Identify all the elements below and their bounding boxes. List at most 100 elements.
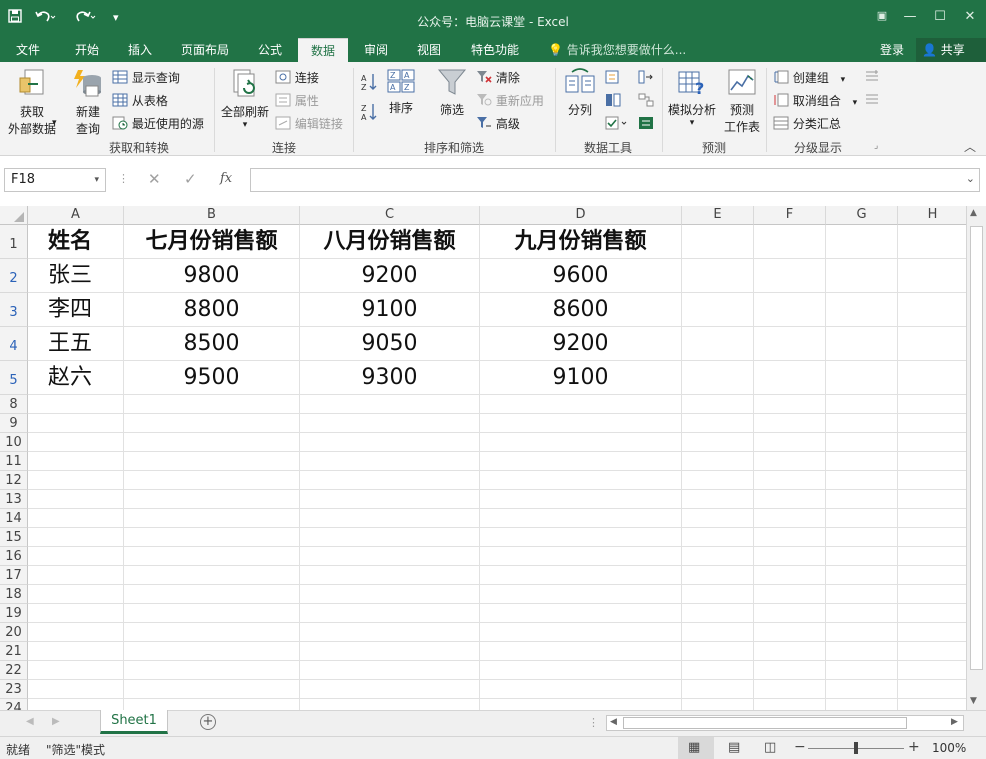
column-header-f[interactable]: F [754,206,826,225]
sales-cell[interactable]: 9100 [300,293,480,327]
column-header-b[interactable]: B [124,206,300,225]
empty-cell[interactable] [28,471,124,490]
sales-cell[interactable]: 9600 [480,259,682,293]
advanced-filter-button[interactable]: 高级 [476,115,520,133]
enter-check-icon[interactable]: ✓ [184,170,197,188]
next-sheet-icon[interactable]: ▶ [52,716,60,727]
column-header-g[interactable]: G [826,206,898,225]
empty-cell[interactable] [826,604,898,623]
empty-cell[interactable] [300,471,480,490]
minimize-icon[interactable]: — [900,9,920,24]
row-header[interactable]: 3 [0,293,28,327]
empty-cell[interactable] [826,699,898,710]
empty-cell[interactable] [124,699,300,710]
sort-az-icon[interactable]: AZ [360,72,378,95]
worksheet-grid[interactable]: ABCDEFGH 1 姓名 七月份销售额 八月份销售额 九月份销售额 2 张三 9800 920… [0,206,966,710]
empty-cell[interactable] [300,604,480,623]
empty-cell[interactable] [754,680,826,699]
empty-cell[interactable] [124,642,300,661]
from-table-button[interactable]: 从表格 [112,92,168,110]
row-header[interactable]: 24 [0,699,28,710]
empty-cell[interactable] [682,433,754,452]
insert-function-icon[interactable]: fx [220,171,232,186]
empty-cell[interactable] [754,509,826,528]
row-header[interactable]: 2 [0,259,28,293]
edit-links-button[interactable]: 编辑链接 [275,115,343,133]
empty-cell[interactable] [754,259,826,293]
row-header[interactable]: 11 [0,452,28,471]
empty-cell[interactable] [754,585,826,604]
table-header-cell[interactable]: 七月份销售额 [124,225,300,259]
empty-cell[interactable] [754,471,826,490]
sales-cell[interactable]: 9050 [300,327,480,361]
empty-cell[interactable] [124,585,300,604]
tab-formulas[interactable]: 公式 [244,38,296,62]
empty-cell[interactable] [898,699,966,710]
empty-cell[interactable] [480,509,682,528]
empty-cell[interactable] [480,680,682,699]
row-header[interactable]: 9 [0,414,28,433]
empty-cell[interactable] [898,585,966,604]
empty-cell[interactable] [754,327,826,361]
empty-cell[interactable] [480,433,682,452]
empty-cell[interactable] [124,452,300,471]
formula-input[interactable]: ⌄ [250,168,980,192]
empty-cell[interactable] [28,661,124,680]
group-button[interactable]: 创建组 ▾ [773,69,845,87]
vertical-scroll-thumb[interactable] [970,226,983,670]
row-header[interactable]: 19 [0,604,28,623]
zoom-slider-thumb[interactable] [854,742,858,754]
show-queries-button[interactable]: 显示查询 [112,69,180,87]
empty-cell[interactable] [480,642,682,661]
empty-cell[interactable] [898,566,966,585]
row-header[interactable]: 21 [0,642,28,661]
properties-button[interactable]: 属性 [275,92,319,110]
empty-cell[interactable] [898,490,966,509]
tab-home[interactable]: 开始 [60,38,114,62]
empty-cell[interactable] [480,490,682,509]
empty-cell[interactable] [28,414,124,433]
empty-cell[interactable] [124,661,300,680]
empty-cell[interactable] [124,395,300,414]
empty-cell[interactable] [826,547,898,566]
sort-button[interactable]: ZAAZ 排序 [384,68,418,116]
empty-cell[interactable] [826,566,898,585]
zoom-out-icon[interactable]: − [794,739,806,755]
manage-data-model-icon[interactable] [638,116,654,133]
empty-cell[interactable] [826,293,898,327]
empty-cell[interactable] [300,642,480,661]
sales-cell[interactable]: 8500 [124,327,300,361]
sales-cell[interactable]: 9100 [480,361,682,395]
empty-cell[interactable] [682,623,754,642]
clear-filter-button[interactable]: 清除 [476,69,520,87]
row-header[interactable]: 14 [0,509,28,528]
table-header-cell[interactable]: 姓名 [28,225,124,259]
empty-cell[interactable] [682,327,754,361]
empty-cell[interactable] [898,547,966,566]
empty-cell[interactable] [300,414,480,433]
horizontal-scrollbar[interactable]: ◀ ▶ [606,715,964,731]
empty-cell[interactable] [124,490,300,509]
empty-cell[interactable] [682,566,754,585]
empty-cell[interactable] [124,680,300,699]
row-header[interactable]: 10 [0,433,28,452]
empty-cell[interactable] [300,623,480,642]
empty-cell[interactable] [682,604,754,623]
flash-fill-icon[interactable] [605,70,621,87]
tab-page-layout[interactable]: 页面布局 [170,38,240,62]
new-query-button[interactable]: 新建 查询 [68,68,108,137]
empty-cell[interactable] [826,623,898,642]
empty-cell[interactable] [300,680,480,699]
empty-cell[interactable] [754,623,826,642]
zoom-in-icon[interactable]: + [908,739,920,755]
empty-cell[interactable] [300,699,480,710]
empty-cell[interactable] [898,361,966,395]
empty-cell[interactable] [826,490,898,509]
expand-formula-icon[interactable]: ⌄ [966,172,975,185]
empty-cell[interactable] [826,395,898,414]
zoom-level[interactable]: 100% [932,741,966,755]
tab-special-features[interactable]: 特色功能 [460,38,530,62]
sales-cell[interactable]: 9500 [124,361,300,395]
row-header[interactable]: 22 [0,661,28,680]
empty-cell[interactable] [124,414,300,433]
